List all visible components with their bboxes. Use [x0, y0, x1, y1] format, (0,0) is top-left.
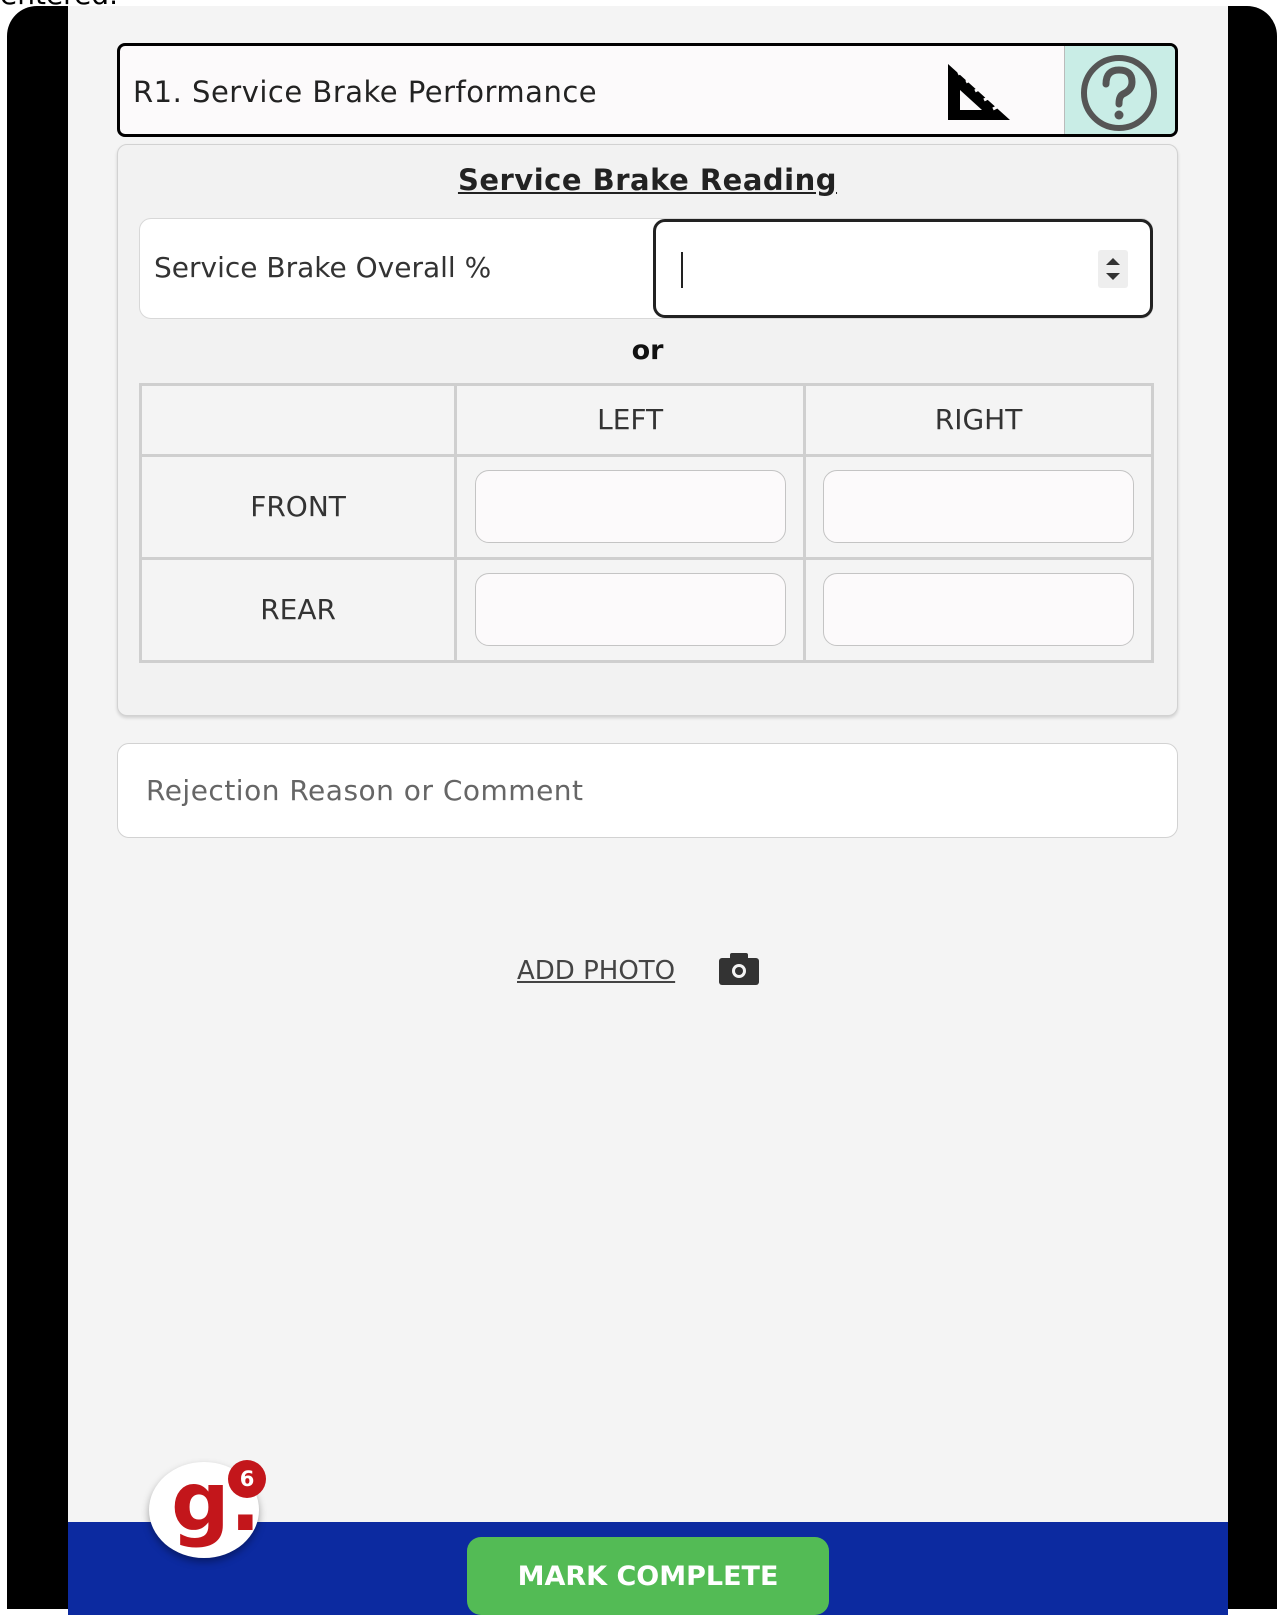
- column-header-right: RIGHT: [803, 383, 1154, 457]
- app-screen: R1. Service Brake Performance Service Br…: [68, 6, 1228, 1615]
- rear-right-input[interactable]: [823, 573, 1135, 647]
- comment-placeholder: Rejection Reason or Comment: [146, 774, 584, 807]
- camera-icon[interactable]: [718, 952, 760, 986]
- help-icon: [1081, 55, 1157, 131]
- rear-left-cell: [454, 556, 807, 664]
- row-header-rear: REAR: [138, 556, 458, 664]
- rear-left-input[interactable]: [474, 573, 786, 647]
- help-button[interactable]: [1064, 46, 1175, 134]
- overall-row: Service Brake Overall %: [139, 218, 1153, 319]
- front-left-input[interactable]: [474, 470, 786, 544]
- reading-title: Service Brake Reading: [457, 163, 838, 197]
- item-title: R1. Service Brake Performance: [133, 75, 598, 109]
- or-separator: or: [631, 335, 664, 366]
- overall-label: Service Brake Overall %: [154, 251, 492, 284]
- spinner-icon[interactable]: [1098, 250, 1128, 288]
- device-frame: R1. Service Brake Performance Service Br…: [7, 6, 1277, 1615]
- overall-percent-input[interactable]: [653, 219, 1153, 318]
- column-header-left: LEFT: [454, 383, 807, 457]
- rear-right-cell: [803, 556, 1154, 664]
- text-caret: [681, 252, 683, 288]
- inspection-item-header[interactable]: R1. Service Brake Performance: [117, 43, 1178, 137]
- front-left-cell: [454, 453, 807, 560]
- mark-complete-button[interactable]: MARK COMPLETE: [467, 1537, 829, 1615]
- front-right-cell: [803, 453, 1154, 560]
- grid-corner: [138, 383, 458, 457]
- ruler-icon[interactable]: [942, 60, 1014, 124]
- comment-field[interactable]: Rejection Reason or Comment: [117, 743, 1178, 838]
- notification-count-badge: 6: [228, 1460, 266, 1498]
- front-right-input[interactable]: [823, 470, 1135, 544]
- row-header-front: FRONT: [138, 453, 458, 560]
- axle-reading-grid: LEFT RIGHT FRONT REAR: [138, 383, 1154, 664]
- brake-reading-card: Service Brake Reading Service Brake Over…: [117, 144, 1178, 716]
- add-photo-link[interactable]: ADD PHOTO: [517, 956, 675, 986]
